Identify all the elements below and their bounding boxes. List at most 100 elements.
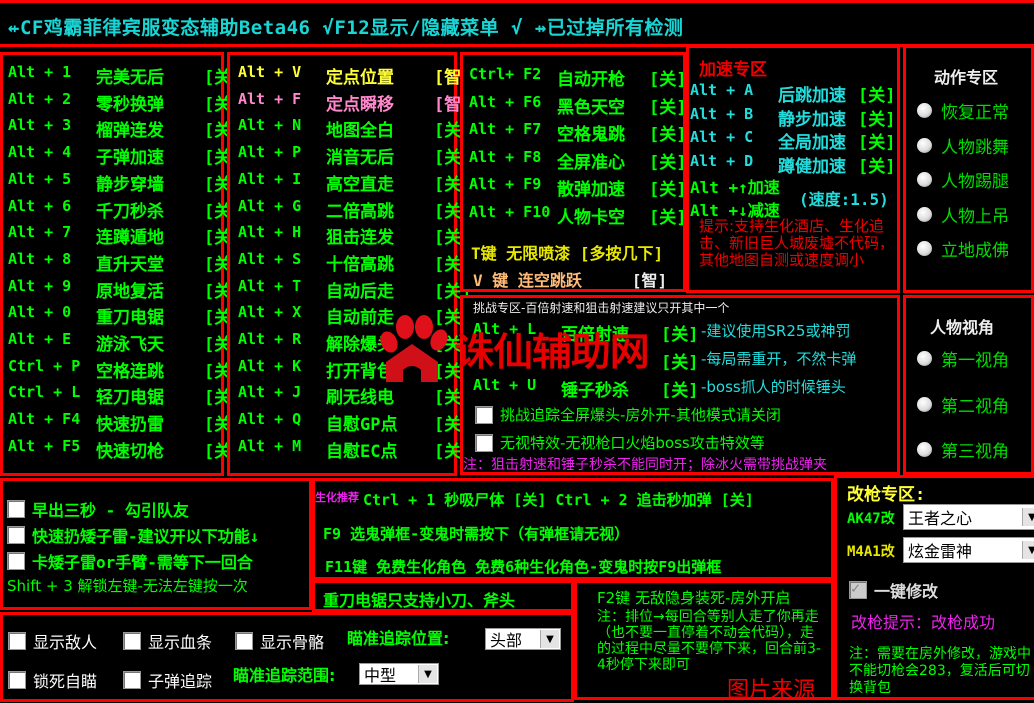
radio-option[interactable]: 立地成佛 xyxy=(917,236,1009,261)
hotkey-row[interactable]: Alt + F8 全屏准心 [关] xyxy=(469,148,686,173)
radio-option[interactable]: 人物踢腿 xyxy=(917,167,1009,192)
radio-option[interactable]: 恢复正常 xyxy=(917,98,1009,123)
checkbox[interactable] xyxy=(475,433,493,452)
hotkey-row[interactable]: Alt + G 二倍高跳 [关] xyxy=(238,197,471,222)
hotkey-row[interactable]: Alt + C 全局加速 [关] xyxy=(690,128,895,153)
hotkey-state[interactable]: [关] xyxy=(649,120,686,145)
hotkey-row[interactable]: Alt + I 高空直走 [关] xyxy=(238,170,471,195)
m4a1-select[interactable]: 炫金雷神 ▼ xyxy=(903,537,1034,563)
hotkey-row[interactable]: Ctrl + L 轻刀电锯 [关] xyxy=(8,383,241,408)
radio-option[interactable]: 人物跳舞 xyxy=(917,133,1009,158)
hotkey-row[interactable]: Alt + 7 连蹲遁地 [关] xyxy=(8,223,241,248)
hotkey-row[interactable]: Alt + V 定点位置 [智] xyxy=(238,63,471,88)
v-key-jump[interactable]: V 键 连空跳跃 [智] xyxy=(473,267,667,291)
hotkey-state[interactable]: [关] xyxy=(649,65,686,90)
hotkey-state[interactable]: [关] xyxy=(649,148,686,173)
hotkey-row[interactable]: Alt + M 自慰EC点 [关] xyxy=(238,437,471,462)
hotkey-row[interactable]: Alt + E 游泳飞天 [关] xyxy=(8,330,241,355)
hotkey-row[interactable]: Alt + F9 散弹加速 [关] xyxy=(469,175,686,200)
hotkey-row[interactable]: Alt + K 打开背包 [关] xyxy=(238,357,471,382)
hotkey-row[interactable]: Alt + A 后跳加速 [关] xyxy=(690,81,895,106)
radio-button[interactable] xyxy=(917,241,932,256)
checkbox[interactable] xyxy=(123,671,141,689)
hotkey-row[interactable]: Alt + 0 重刀电锯 [关] xyxy=(8,303,241,328)
hotkey-row[interactable]: Alt + 5 静步穿墙 [关] xyxy=(8,170,241,195)
radio-button[interactable] xyxy=(917,351,932,366)
radio-option[interactable]: 人物上吊 xyxy=(917,202,1009,227)
hotkey-row[interactable]: Alt + F5 快速切枪 [关] xyxy=(8,437,241,462)
checkbox-option[interactable]: 快速扔矮子雷-建议开以下功能↓ xyxy=(7,523,259,547)
hotkey-row[interactable]: Alt + F10 人物卡空 [关] xyxy=(469,203,686,228)
hotkey-row[interactable]: Alt + S 十倍高跳 [关] xyxy=(238,250,471,275)
bio-hotkeys[interactable]: Ctrl + 1 秒吸尸体 [关] Ctrl + 2 追击秒加弹 [关] xyxy=(363,489,754,510)
hotkey-row[interactable]: Alt + 8 直升天堂 [关] xyxy=(8,250,241,275)
hotkey-row[interactable]: Alt + T 自动后走 [关] xyxy=(238,277,471,302)
chevron-down-icon[interactable]: ▼ xyxy=(1022,541,1034,559)
t-key-spray[interactable]: T键 无限喷漆 [多按几下] xyxy=(471,240,663,264)
hotkey-row[interactable]: Alt + R 解除爆头 [关] xyxy=(238,330,471,355)
checkbox[interactable] xyxy=(235,632,253,650)
radio-button[interactable] xyxy=(917,172,932,187)
hotkey-row[interactable]: Ctrl + P 空格连跳 [关] xyxy=(8,357,241,382)
checkbox[interactable] xyxy=(7,500,25,518)
challenge-row[interactable]: Alt + L 百倍射速 [关] -建议使用SR25或神罚 xyxy=(473,320,850,345)
checkbox-option[interactable]: 早出三秒 - 勾引队友 xyxy=(7,497,189,521)
one-key-modify-checkbox[interactable]: 一键修改 xyxy=(849,578,938,602)
hotkey-row[interactable]: Alt + Q 自慰GP点 [关] xyxy=(238,410,471,435)
hotkey-row[interactable]: Alt + F6 黑色天空 [关] xyxy=(469,93,686,118)
hotkey-row[interactable]: Alt + J 刷无线电 [关] xyxy=(238,383,471,408)
hotkey-state[interactable]: [关] xyxy=(661,376,701,401)
hotkey-state[interactable]: [关] xyxy=(858,81,895,106)
hotkey-state[interactable]: [关] xyxy=(661,320,701,345)
hotkey-row[interactable]: Ctrl+ F2 自动开枪 [关] xyxy=(469,65,686,90)
hotkey-state[interactable]: [关] xyxy=(858,128,895,153)
radio-option[interactable]: 第三视角 xyxy=(917,437,1009,462)
chevron-down-icon[interactable]: ▼ xyxy=(418,665,437,683)
hotkey-row[interactable]: Alt + D 蹲健加速 [关] xyxy=(690,152,895,177)
hotkey-row[interactable]: Alt + P 消音无后 [关] xyxy=(238,143,471,168)
hotkey-state[interactable]: [关] xyxy=(858,105,895,130)
radio-option[interactable]: 第二视角 xyxy=(917,392,1009,417)
checkbox-option[interactable]: 子弹追踪 xyxy=(123,668,212,692)
radio-option[interactable]: 第一视角 xyxy=(917,346,1009,371)
aim-range-select[interactable]: 中型 ▼ xyxy=(359,663,439,685)
hotkey-row[interactable]: Alt + B 静步加速 [关] xyxy=(690,105,895,130)
checkbox-option[interactable]: 挑战追踪全屏爆头-房外开-其他模式请关闭 xyxy=(475,404,781,425)
hotkey-state[interactable]: [关] xyxy=(649,203,686,228)
radio-button[interactable] xyxy=(917,103,932,118)
checkbox[interactable] xyxy=(8,632,26,650)
speed-up-hotkey[interactable]: Alt +↑加速 xyxy=(690,174,780,198)
hotkey-row[interactable]: Alt + 9 原地复活 [关] xyxy=(8,277,241,302)
hotkey-row[interactable]: Alt + 4 子弹加速 [关] xyxy=(8,143,241,168)
hotkey-row[interactable]: Alt + 6 千刀秒杀 [关] xyxy=(8,197,241,222)
checkbox-option[interactable]: 卡矮子雷or手臂-需等下一回合 xyxy=(7,549,253,573)
checkbox-option[interactable]: 显示骨骼 xyxy=(235,629,324,653)
hotkey-state[interactable]: [关] xyxy=(649,175,686,200)
hotkey-state[interactable]: [关] xyxy=(858,152,895,177)
radio-button[interactable] xyxy=(917,396,932,412)
checkbox[interactable] xyxy=(7,526,25,544)
checkbox[interactable] xyxy=(7,552,25,570)
checkbox[interactable] xyxy=(475,405,493,424)
checkbox-option[interactable]: 锁死自瞄 xyxy=(8,668,97,692)
checkbox-option[interactable]: 无视特效-无视枪口火焰boss攻击特效等 xyxy=(475,432,765,453)
hotkey-row[interactable]: Alt + H 狙击连发 [关] xyxy=(238,223,471,248)
challenge-row[interactable]: [关] -每局需重开，不然卡弹 xyxy=(473,348,856,373)
radio-button[interactable] xyxy=(917,137,932,153)
hotkey-row[interactable]: Alt + 3 榴弹连发 [关] xyxy=(8,116,241,141)
checkbox[interactable] xyxy=(8,671,26,689)
hotkey-row[interactable]: Alt + F7 空格鬼跳 [关] xyxy=(469,120,686,145)
chevron-down-icon[interactable]: ▼ xyxy=(1022,508,1034,526)
checkbox-option[interactable]: 显示敌人 xyxy=(8,629,97,653)
hotkey-state[interactable]: [关] xyxy=(649,93,686,118)
ak47-select[interactable]: 王者之心 ▼ xyxy=(903,504,1034,530)
radio-button[interactable] xyxy=(917,442,932,457)
aim-position-select[interactable]: 头部 ▼ xyxy=(485,628,561,650)
hotkey-row[interactable]: Alt + N 地图全白 [关] xyxy=(238,116,471,141)
hotkey-row[interactable]: Alt + 2 零秒换弹 [关] xyxy=(8,90,241,115)
checkbox[interactable] xyxy=(123,632,141,650)
hotkey-row[interactable]: Alt + X 自动前走 [关] xyxy=(238,303,471,328)
hotkey-row[interactable]: Alt + F 定点瞬移 [智] xyxy=(238,90,471,115)
hotkey-row[interactable]: Alt + 1 完美无后 [关] xyxy=(8,63,241,88)
chevron-down-icon[interactable]: ▼ xyxy=(540,630,559,648)
